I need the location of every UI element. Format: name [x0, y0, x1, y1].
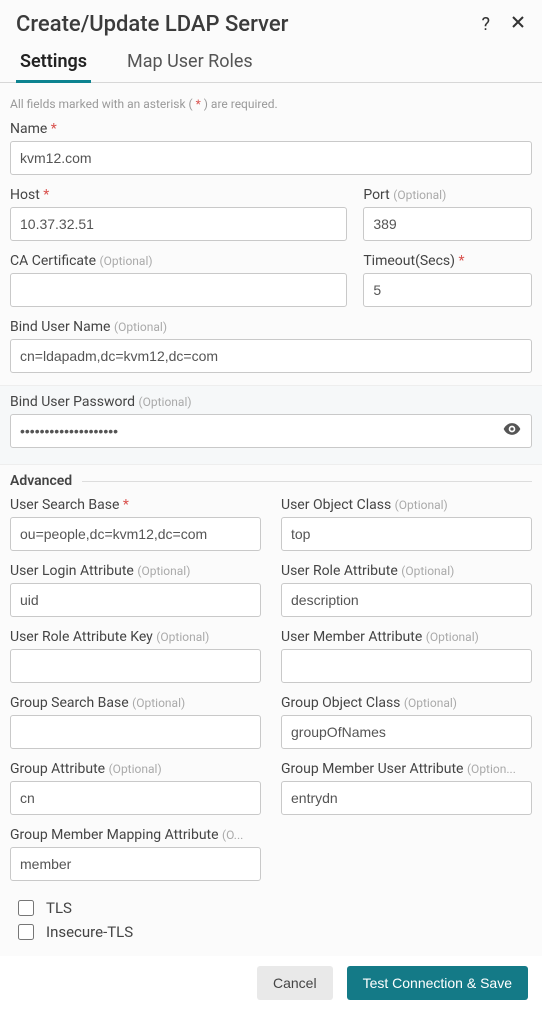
user-search-base-label: User Search Base *	[10, 497, 261, 513]
show-password-icon[interactable]	[502, 419, 522, 443]
group-member-mapping-attr-label: Group Member Mapping Attribute (O...	[10, 827, 261, 843]
host-input[interactable]	[10, 207, 347, 241]
tls-label: TLS	[46, 899, 72, 917]
ca-cert-input[interactable]	[10, 273, 347, 307]
close-icon[interactable]	[510, 14, 526, 35]
user-role-attr-key-input[interactable]	[10, 649, 261, 683]
bind-pw-input[interactable]	[10, 414, 532, 448]
user-role-attr-label: User Role Attribute (Optional)	[281, 563, 532, 579]
cancel-button[interactable]: Cancel	[257, 966, 333, 1000]
timeout-label: Timeout(Secs) *	[363, 253, 532, 269]
host-label: Host *	[10, 187, 347, 203]
dialog-title: Create/Update LDAP Server	[16, 12, 461, 37]
port-label: Port (Optional)	[363, 187, 532, 203]
tab-settings[interactable]: Settings	[16, 45, 91, 82]
group-search-base-label: Group Search Base (Optional)	[10, 695, 261, 711]
group-object-class-label: Group Object Class (Optional)	[281, 695, 532, 711]
group-attr-label: Group Attribute (Optional)	[10, 761, 261, 777]
required-note: All fields marked with an asterisk ( * )…	[0, 97, 542, 121]
user-role-attr-key-label: User Role Attribute Key (Optional)	[10, 629, 261, 645]
group-search-base-input[interactable]	[10, 715, 261, 749]
user-login-attr-label: User Login Attribute (Optional)	[10, 563, 261, 579]
port-input[interactable]	[363, 207, 532, 241]
test-connection-save-button[interactable]: Test Connection & Save	[347, 966, 528, 1000]
bind-pw-label: Bind User Password (Optional)	[10, 394, 532, 410]
ca-cert-label: CA Certificate (Optional)	[10, 253, 347, 269]
name-label: Name *	[10, 121, 532, 137]
user-object-class-input[interactable]	[281, 517, 532, 551]
user-member-attr-label: User Member Attribute (Optional)	[281, 629, 532, 645]
user-login-attr-input[interactable]	[10, 583, 261, 617]
group-member-user-attr-input[interactable]	[281, 781, 532, 815]
timeout-input[interactable]	[363, 273, 532, 307]
insecure-tls-checkbox[interactable]	[18, 924, 34, 940]
user-search-base-input[interactable]	[10, 517, 261, 551]
name-input[interactable]	[10, 141, 532, 175]
user-object-class-label: User Object Class (Optional)	[281, 497, 532, 513]
advanced-section-label: Advanced	[10, 473, 72, 489]
tab-map-user-roles[interactable]: Map User Roles	[123, 45, 257, 82]
group-member-mapping-attr-input[interactable]	[10, 847, 261, 881]
user-member-attr-input[interactable]	[281, 649, 532, 683]
group-attr-input[interactable]	[10, 781, 261, 815]
tls-checkbox[interactable]	[18, 900, 34, 916]
bind-user-label: Bind User Name (Optional)	[10, 319, 532, 335]
divider-line	[82, 481, 532, 482]
help-icon[interactable]: ?	[481, 14, 490, 35]
insecure-tls-label: Insecure-TLS	[46, 923, 133, 941]
bind-user-input[interactable]	[10, 339, 532, 373]
group-object-class-input[interactable]	[281, 715, 532, 749]
group-member-user-attr-label: Group Member User Attribute (Option...	[281, 761, 532, 777]
user-role-attr-input[interactable]	[281, 583, 532, 617]
